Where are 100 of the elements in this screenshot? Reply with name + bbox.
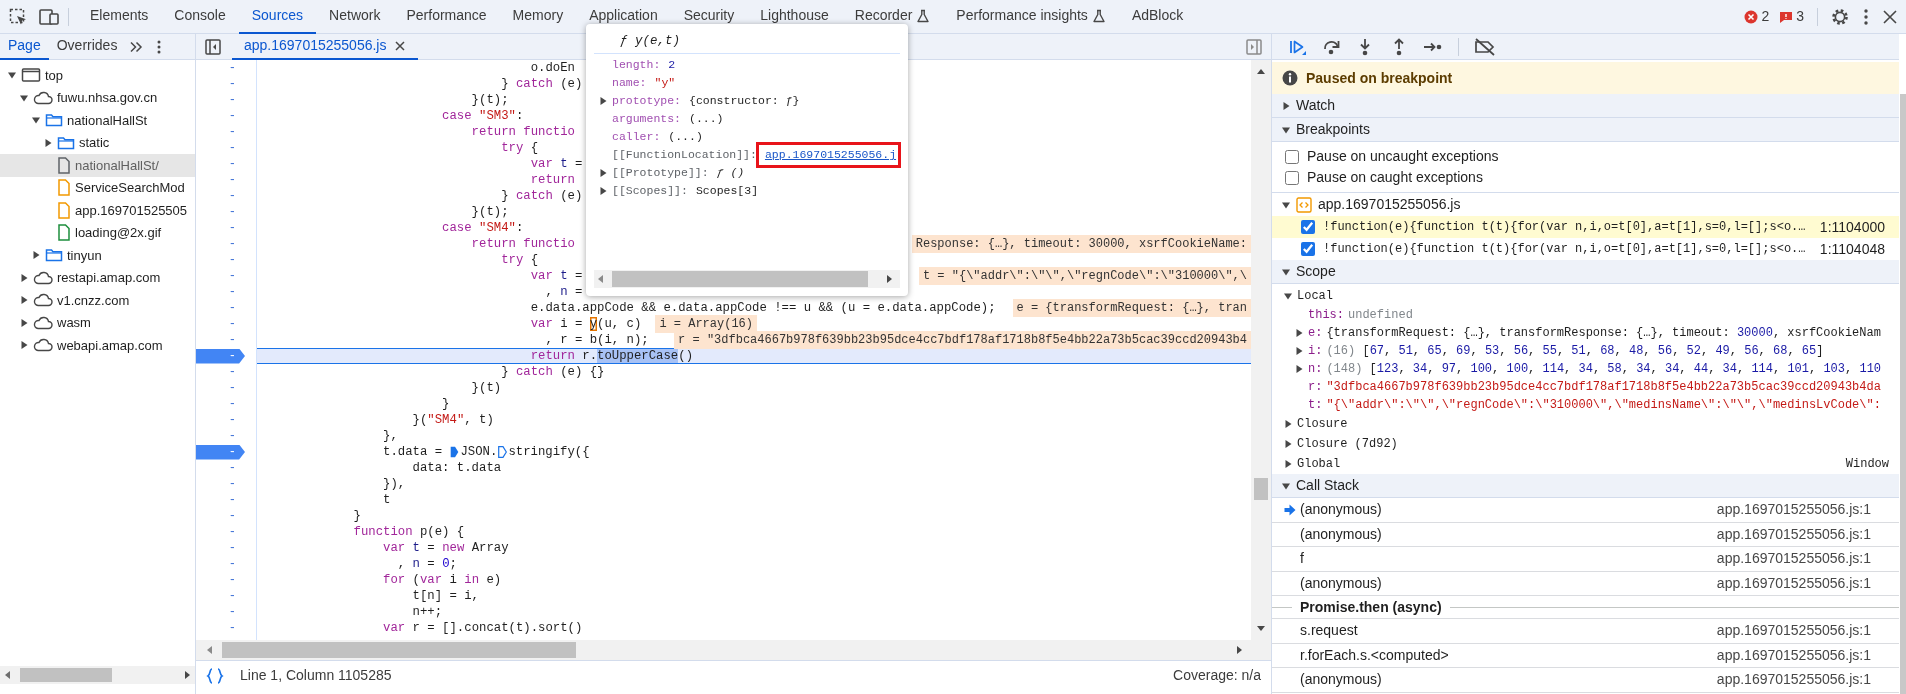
- disclosure-triangle-icon[interactable]: [1284, 460, 1292, 468]
- disclosure-triangle-icon[interactable]: [20, 318, 28, 327]
- disclosure-triangle-icon[interactable]: [1295, 329, 1303, 337]
- tree-item[interactable]: static: [0, 131, 195, 154]
- disclosure-triangle-icon[interactable]: [20, 341, 28, 350]
- tree-item[interactable]: top: [0, 64, 195, 87]
- breakpoint-item[interactable]: !function(e){function t(t){for(var n,i,o=t[0],a=t[1],s=0,l=[];s<o.… 1:1104048: [1272, 238, 1899, 260]
- disclosure-triangle-icon[interactable]: [1282, 125, 1290, 134]
- tree-item[interactable]: app.169701525505: [0, 199, 195, 222]
- settings-icon[interactable]: [1830, 6, 1850, 27]
- tree-item[interactable]: webapi.amap.com: [0, 334, 195, 357]
- device-toolbar-icon[interactable]: [38, 6, 60, 27]
- panel-tab[interactable]: Performance: [393, 0, 500, 34]
- inline-breakpoint-icon[interactable]: [450, 446, 460, 458]
- issue-counter[interactable]: 3: [1774, 6, 1809, 27]
- deactivate-breakpoints-icon[interactable]: [1474, 36, 1496, 57]
- tree-item[interactable]: fuwu.nhsa.gov.cn: [0, 86, 195, 109]
- sidebar-toggle-icon[interactable]: [1245, 37, 1263, 56]
- call-frame[interactable]: (anonymous) app.1697015255056.js:1: [1272, 522, 1899, 547]
- navigator-tab[interactable]: Page: [0, 33, 49, 60]
- property-value: 2: [668, 57, 676, 74]
- disclosure-triangle-icon[interactable]: [599, 97, 607, 105]
- section-header[interactable]: Watch: [1272, 94, 1899, 118]
- disclosure-triangle-icon[interactable]: [20, 93, 28, 102]
- tree-item[interactable]: restapi.amap.com: [0, 266, 195, 289]
- panel-tab[interactable]: Console: [161, 0, 239, 34]
- line-number: -: [228, 92, 236, 109]
- tree-item[interactable]: loading@2x.gif: [0, 221, 195, 244]
- pretty-print-icon[interactable]: [206, 666, 224, 685]
- section-header[interactable]: Scope: [1272, 260, 1899, 284]
- disclosure-triangle-icon[interactable]: [1284, 420, 1292, 428]
- function-signature: ƒ y(e,t): [594, 30, 900, 54]
- tree-item[interactable]: nationalHallSt: [0, 109, 195, 132]
- disclosure-triangle-icon[interactable]: [1295, 365, 1303, 373]
- scrollbar-thumb[interactable]: [1900, 94, 1906, 694]
- disclosure-triangle-icon[interactable]: [1282, 267, 1290, 276]
- scrollbar-thumb[interactable]: [612, 271, 868, 287]
- more-tabs-icon[interactable]: [129, 40, 144, 53]
- disclosure-triangle-icon[interactable]: [599, 169, 607, 177]
- close-icon[interactable]: [394, 39, 407, 52]
- disclosure-triangle-icon[interactable]: [8, 71, 16, 80]
- line-number: -: [228, 124, 236, 141]
- breakpoint-marker[interactable]: -: [196, 444, 245, 460]
- line-number: -: [228, 188, 236, 205]
- tree-item[interactable]: nationalHallSt/: [0, 154, 195, 177]
- inline-value: Response: {…}, timeout: 30000, xsrfCookieName:: [911, 235, 1251, 253]
- property-value: (...): [668, 129, 703, 146]
- sidebar-toggle-icon[interactable]: [204, 37, 222, 56]
- tree-item[interactable]: v1.cnzz.com: [0, 289, 195, 312]
- inline-breakpoint-icon[interactable]: [498, 446, 508, 458]
- close-icon[interactable]: [1882, 8, 1898, 25]
- property-name: [[Scopes]]:: [612, 183, 688, 200]
- tree-item[interactable]: wasm: [0, 311, 195, 334]
- disclosure-triangle-icon[interactable]: [1282, 200, 1290, 209]
- disclosure-triangle-icon[interactable]: [599, 187, 607, 195]
- scrollbar-thumb[interactable]: [20, 668, 112, 682]
- call-frame[interactable]: (anonymous) app.1697015255056.js:1: [1272, 668, 1899, 693]
- checkbox[interactable]: [1301, 242, 1315, 256]
- panel-tab[interactable]: Memory: [499, 0, 577, 34]
- disclosure-triangle-icon[interactable]: [32, 116, 40, 125]
- file-tab[interactable]: app.1697015255056.js: [232, 33, 419, 60]
- call-frame[interactable]: s.request app.1697015255056.js:1: [1272, 619, 1899, 644]
- breakpoint-marker[interactable]: -: [196, 348, 245, 364]
- tree-item[interactable]: ServiceSearchMod: [0, 176, 195, 199]
- panel-tab[interactable]: Network: [316, 0, 394, 34]
- scrollbar-thumb[interactable]: [222, 642, 576, 658]
- error-counter[interactable]: 2: [1739, 6, 1775, 27]
- error-icon: [1744, 9, 1759, 24]
- source-link[interactable]: app.1697015255056.j: [764, 148, 897, 162]
- disclosure-triangle-icon[interactable]: [1284, 292, 1292, 300]
- inline-value: r = "3dfbca4667b978f639bb23b95dce4cc7bdf178af1718b8f5e4bb22a73b5cac39ccd20943b4: [674, 331, 1251, 349]
- disclosure-triangle-icon[interactable]: [1284, 440, 1292, 448]
- checkbox[interactable]: [1285, 149, 1299, 164]
- scrollbar-thumb[interactable]: [1254, 478, 1268, 500]
- breakpoint-item[interactable]: !function(e){function t(t){for(var n,i,o=t[0],a=t[1],s=0,l=[];s<o.… 1:1104000: [1272, 216, 1899, 238]
- tree-item[interactable]: tinyun: [0, 244, 195, 267]
- disclosure-triangle-icon[interactable]: [20, 273, 28, 282]
- disclosure-triangle-icon[interactable]: [1282, 481, 1290, 490]
- disclosure-triangle-icon[interactable]: [1282, 101, 1290, 110]
- panel-tab[interactable]: Performance insights: [943, 0, 1119, 34]
- disclosure-triangle-icon[interactable]: [44, 138, 52, 147]
- checkbox[interactable]: [1285, 170, 1299, 185]
- checkbox[interactable]: [1301, 220, 1315, 234]
- panel-tab[interactable]: Elements: [77, 0, 162, 34]
- frame-location: app.1697015255056.js:1: [1716, 670, 1871, 690]
- navigator-tab[interactable]: Overrides: [48, 33, 126, 60]
- variable-value: {transformRequest: {…}, transformResponse: {…}, timeout: 30000, xsrfCookieNam: [1326, 325, 1881, 342]
- section-header[interactable]: Call Stack: [1272, 474, 1899, 498]
- disclosure-triangle-icon[interactable]: [1295, 347, 1303, 355]
- call-frame[interactable]: f app.1697015255056.js:1: [1272, 547, 1899, 572]
- code-text: data: t.data: [411, 459, 502, 477]
- section-header[interactable]: Breakpoints: [1272, 118, 1899, 142]
- cloud-icon: [33, 315, 53, 330]
- call-frame[interactable]: (anonymous) app.1697015255056.js:1: [1272, 571, 1899, 596]
- call-frame[interactable]: (anonymous) app.1697015255056.js:1: [1272, 498, 1899, 523]
- disclosure-triangle-icon[interactable]: [20, 296, 28, 305]
- inline-value: e = {transformRequest: {…}, tran: [1012, 299, 1251, 317]
- panel-tab[interactable]: AdBlock: [1118, 0, 1197, 34]
- call-frame[interactable]: r.forEach.s.<computed> app.1697015255056.js:1: [1272, 643, 1899, 668]
- disclosure-triangle-icon[interactable]: [32, 251, 40, 260]
